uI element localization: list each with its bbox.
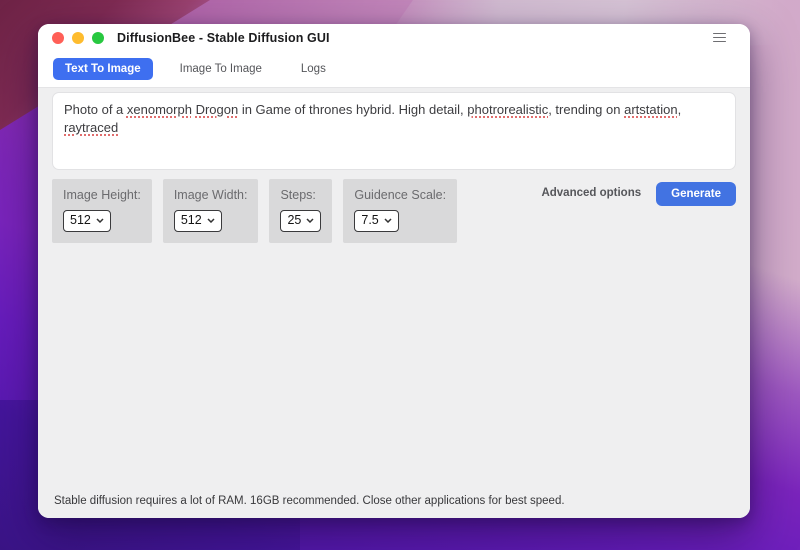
traffic-lights <box>52 31 104 44</box>
image-height-control: Image Height: 512 <box>52 179 152 243</box>
guidance-scale-label: Guidence Scale: <box>354 188 447 202</box>
guidance-scale-value: 7.5 <box>361 213 379 227</box>
prompt-misspelled-word: photrorealistic <box>467 102 549 117</box>
title-bar: DiffusionBee - Stable Diffusion GUI <box>38 24 750 51</box>
image-width-value: 512 <box>180 213 202 227</box>
window-title: DiffusionBee - Stable Diffusion GUI <box>117 30 330 45</box>
image-width-select[interactable]: 512 <box>173 210 222 232</box>
guidance-scale-control: Guidence Scale: 7.5 <box>343 179 458 243</box>
guidance-scale-select[interactable]: 7.5 <box>354 210 399 232</box>
generation-controls: Image Height: 512 Image Width: 512 Steps… <box>52 179 736 243</box>
tab-bar: Text To Image Image To Image Logs <box>38 51 750 87</box>
prompt-text-segment: , <box>677 102 682 117</box>
minimize-button[interactable] <box>72 31 84 44</box>
prompt-text-segment: Photo of a <box>64 102 127 117</box>
image-height-select[interactable]: 512 <box>63 210 111 232</box>
tab-logs[interactable]: Logs <box>289 58 338 80</box>
image-width-control: Image Width: 512 <box>162 179 259 243</box>
image-width-label: Image Width: <box>173 188 248 202</box>
generate-button[interactable]: Generate <box>656 182 736 206</box>
hamburger-menu-icon[interactable] <box>711 30 728 46</box>
zoom-button[interactable] <box>92 31 104 44</box>
prompt-text-segment: , trending on <box>548 102 625 117</box>
chevron-down-icon <box>306 218 314 224</box>
image-height-value: 512 <box>70 213 91 227</box>
tab-image-to-image[interactable]: Image To Image <box>168 58 274 80</box>
ram-requirement-note: Stable diffusion requires a lot of RAM. … <box>54 495 565 507</box>
app-window: DiffusionBee - Stable Diffusion GUI Text… <box>38 24 750 518</box>
steps-label: Steps: <box>280 188 316 202</box>
steps-control: Steps: 25 <box>269 179 333 243</box>
steps-value: 25 <box>287 213 302 227</box>
prompt-misspelled-word: artstation <box>624 102 678 117</box>
tab-text-to-image[interactable]: Text To Image <box>53 58 153 80</box>
chevron-down-icon <box>384 218 392 224</box>
prompt-text-segment: in Game of thrones hybrid. High detail, <box>238 102 468 117</box>
prompt-misspelled-word: Drogon <box>195 102 239 117</box>
advanced-options-link[interactable]: Advanced options <box>541 187 641 199</box>
main-content: Photo of a xenomorph Drogon in Game of t… <box>38 87 750 518</box>
image-height-label: Image Height: <box>63 188 141 202</box>
prompt-misspelled-word: raytraced <box>64 120 119 136</box>
actions-area: Advanced options Generate <box>541 179 736 206</box>
chevron-down-icon <box>207 218 215 224</box>
chevron-down-icon <box>96 218 104 224</box>
prompt-misspelled-word: xenomorph <box>126 102 192 117</box>
prompt-input[interactable]: Photo of a xenomorph Drogon in Game of t… <box>52 92 736 170</box>
close-button[interactable] <box>52 31 64 44</box>
steps-select[interactable]: 25 <box>280 210 322 232</box>
